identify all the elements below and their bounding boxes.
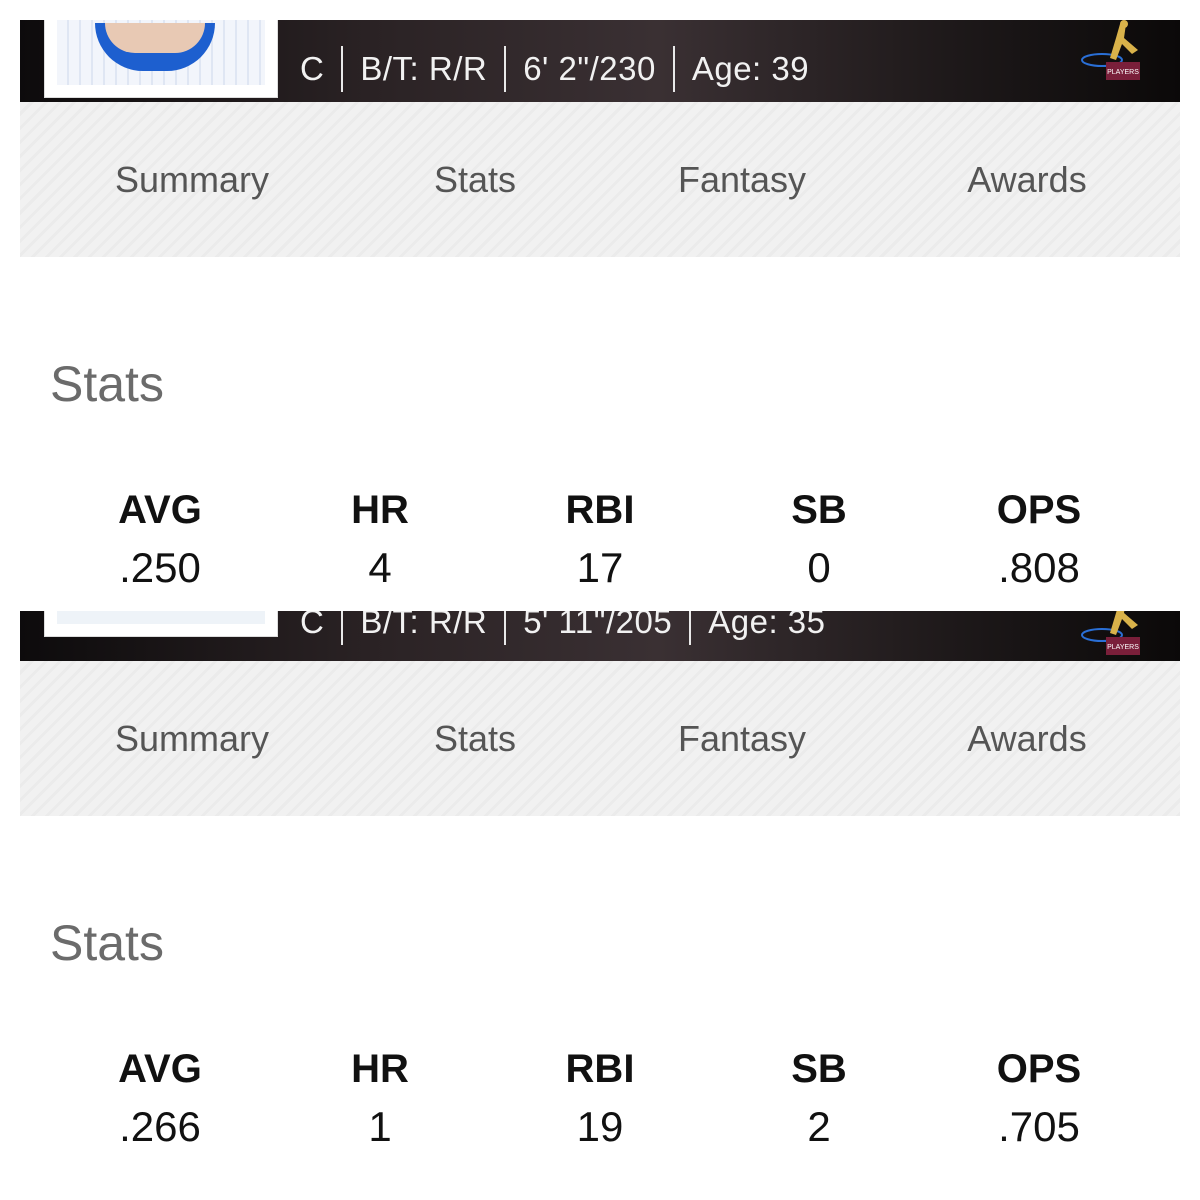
stat-ops: OPS .705 [939,1046,1139,1152]
divider [504,46,507,92]
tab-stats[interactable]: Stats [434,718,516,760]
section-title: Stats [50,915,164,971]
stat-value: 19 [576,1103,624,1150]
stat-label: SB [791,488,847,532]
player-meta: C B/T: R/R 5' 11"/205 Age: 35 [300,611,826,655]
stat-value: 4 [368,544,392,590]
tab-fantasy[interactable]: Fantasy [678,718,806,760]
position: C [300,50,325,87]
stat-hr: HR 4 [280,487,480,590]
tab-awards[interactable]: Awards [967,159,1086,201]
stat-value: .808 [998,544,1080,590]
bats-throws: B/T: R/R [360,611,488,640]
stat-ops: OPS .808 [939,487,1139,590]
stat-label: OPS [996,488,1082,532]
stat-value: .266 [119,1103,201,1150]
height-weight: 5' 11"/205 [523,611,673,640]
players-logo-icon: PLAYERS [1081,611,1140,655]
divider [672,46,675,92]
player-card-2: C B/T: R/R 5' 11"/205 Age: 35 PLAYERS Su… [20,611,1180,1181]
stat-label: HR [351,1047,409,1091]
stat-value: 0 [807,544,831,590]
stat-label: RBI [565,1047,635,1091]
divider [341,46,344,92]
stat-rbi: RBI 17 [500,487,700,590]
height-weight: 6' 2"/230 [523,50,656,87]
stat-rbi: RBI 19 [500,1046,700,1152]
stat-label: AVG [118,1047,202,1091]
stat-label: HR [351,488,409,532]
stat-sb: SB 2 [719,1046,919,1152]
stat-value: 1 [368,1103,392,1150]
age: Age: 35 [708,611,826,640]
stat-value: .705 [998,1103,1080,1150]
profile-tabs: Summary Stats Fantasy Awards [20,102,1180,257]
divider [689,611,692,645]
player-meta: C B/T: R/R 6' 2"/230 Age: 39 [300,36,809,102]
divider [504,611,507,645]
stat-avg: AVG .266 [60,1046,260,1152]
tab-fantasy[interactable]: Fantasy [678,159,806,201]
stat-label: OPS [996,1047,1082,1091]
age: Age: 39 [691,50,810,87]
tab-stats[interactable]: Stats [434,159,516,201]
section-title: Stats [50,356,164,412]
stat-label: RBI [565,488,635,532]
player-photo [44,20,278,98]
divider [341,611,344,645]
tab-summary[interactable]: Summary [115,159,269,201]
tab-awards[interactable]: Awards [967,718,1086,760]
player-card-1: C B/T: R/R 6' 2"/230 Age: 39 PLAYERS Sum… [20,20,1180,590]
bats-throws: B/T: R/R [360,50,488,87]
profile-tabs: Summary Stats Fantasy Awards [20,661,1180,816]
stat-label: AVG [118,488,202,532]
stat-label: SB [791,1047,847,1091]
stat-sb: SB 0 [719,487,919,590]
logo-text: PLAYERS [1107,69,1139,76]
stat-value: .250 [119,544,201,590]
stat-avg: AVG .250 [60,487,260,590]
player-photo [44,611,278,637]
stat-value: 17 [576,544,624,590]
position: C [300,611,325,640]
stat-value: 2 [807,1103,831,1150]
logo-text: PLAYERS [1107,644,1139,651]
tab-summary[interactable]: Summary [115,718,269,760]
players-logo-icon: PLAYERS [1081,20,1140,80]
stat-hr: HR 1 [280,1046,480,1152]
